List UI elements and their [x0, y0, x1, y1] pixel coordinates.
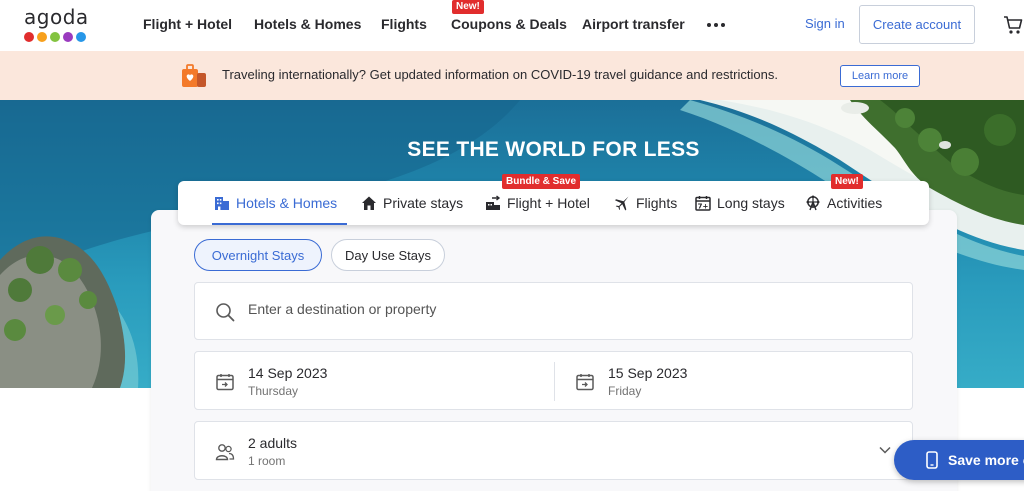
nav-airport-transfer[interactable]: Airport transfer: [582, 16, 685, 32]
nav-flight-hotel[interactable]: Flight + Hotel: [143, 16, 232, 32]
check-out-date: 15 Sep 2023: [608, 365, 688, 381]
save-more-label: Save more on app: [948, 452, 1024, 468]
logo-dots: [24, 32, 90, 42]
house-icon: [362, 196, 376, 210]
bundle-save-badge: Bundle & Save: [502, 174, 581, 189]
tab-label: Flights: [636, 195, 678, 211]
save-more-on-app-button[interactable]: Save more on app: [894, 440, 1024, 480]
building-icon: [215, 197, 229, 210]
calendar-7-icon: 7+: [695, 196, 711, 211]
svg-text:7+: 7+: [698, 203, 709, 211]
activities-new-badge: New!: [831, 174, 863, 189]
tab-private-stays[interactable]: Private stays: [361, 195, 463, 211]
nav-flights[interactable]: Flights: [381, 16, 427, 32]
tab-long-stays[interactable]: 7+ Long stays: [695, 195, 785, 211]
destination-input[interactable]: [248, 301, 848, 317]
sign-in-link[interactable]: Sign in: [805, 16, 845, 31]
rooms-count: 1 room: [248, 454, 286, 468]
check-in-day: Thursday: [248, 384, 299, 398]
nav-hotels-homes[interactable]: Hotels & Homes: [254, 16, 361, 32]
nav-coupons-deals[interactable]: Coupons & Deals: [451, 16, 567, 32]
tab-label: Hotels & Homes: [236, 195, 338, 211]
luggage-icon: [180, 63, 208, 89]
calendar-check-in-icon: [216, 374, 234, 391]
calendar-check-out-icon: [576, 374, 594, 391]
tab-flights[interactable]: Flights: [614, 195, 677, 211]
active-tab-indicator: [212, 223, 347, 225]
tab-label: Flight + Hotel: [507, 195, 590, 211]
cart-icon[interactable]: [1003, 14, 1023, 36]
destination-search[interactable]: [194, 282, 913, 340]
bundle-icon: [486, 195, 501, 210]
plane-icon: [615, 196, 629, 211]
learn-more-button[interactable]: Learn more: [840, 65, 920, 87]
check-out-field[interactable]: 15 Sep 2023 Friday: [555, 352, 913, 411]
banner-message: Traveling internationally? Get updated i…: [222, 67, 778, 82]
adults-count: 2 adults: [248, 435, 298, 451]
tab-flight-hotel[interactable]: Flight + Hotel: [485, 195, 590, 211]
tab-activities[interactable]: Activities: [805, 195, 882, 211]
new-badge: New!: [452, 0, 484, 14]
search-icon: [216, 303, 235, 322]
tab-label: Private stays: [383, 195, 464, 211]
phone-icon: [926, 451, 938, 469]
ferris-wheel-icon: [806, 195, 820, 211]
covid-banner: Traveling internationally? Get updated i…: [0, 51, 1024, 100]
tab-label: Activities: [827, 195, 883, 211]
occupancy-selector[interactable]: 2 adults 1 room: [194, 421, 913, 480]
chevron-down-icon: [879, 446, 891, 454]
create-account-button[interactable]: Create account: [859, 5, 975, 44]
check-in-date: 14 Sep 2023: [248, 365, 328, 381]
tab-hotels-homes[interactable]: Hotels & Homes: [214, 195, 337, 211]
people-icon: [215, 444, 235, 461]
logo-text: agoda: [24, 5, 89, 29]
check-out-day: Friday: [608, 384, 642, 398]
hero-title: SEE THE WORLD FOR LESS: [407, 138, 700, 161]
top-header: agoda Flight + Hotel Hotels & Homes Flig…: [0, 0, 1024, 51]
more-dots-icon[interactable]: [707, 23, 725, 27]
tab-label: Long stays: [717, 195, 785, 211]
day-use-stays-toggle[interactable]: Day Use Stays: [331, 239, 445, 271]
date-picker: 14 Sep 2023 Thursday 15 Sep 2023 Friday: [194, 351, 913, 410]
agoda-logo[interactable]: agoda: [24, 7, 90, 43]
check-in-field[interactable]: 14 Sep 2023 Thursday: [195, 352, 553, 411]
overnight-stays-toggle[interactable]: Overnight Stays: [194, 239, 322, 271]
